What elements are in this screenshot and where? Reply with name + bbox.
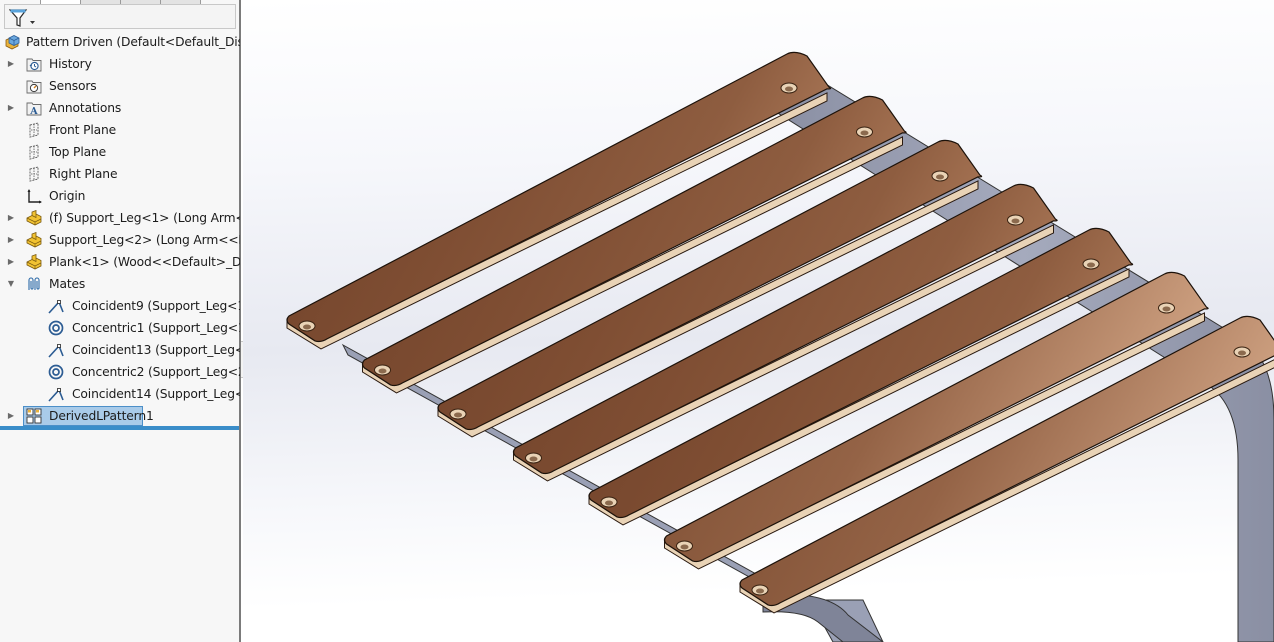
tree-item-sensors[interactable]: Sensors: [0, 75, 240, 97]
planks[interactable]: [286, 51, 1274, 614]
tree-item-history[interactable]: ▶ History: [0, 53, 240, 75]
tree-item-label: DerivedLPattern1: [49, 409, 154, 423]
tree-item-label: (f) Support_Leg<1> (Long Arm<<Lo: [49, 211, 240, 225]
expand-arrow-icon[interactable]: ▶: [6, 53, 16, 75]
tree-root-label: Pattern Driven (Default<Default_Display: [26, 35, 240, 49]
part-icon: [26, 210, 42, 226]
caret-down-icon: [30, 21, 35, 24]
tree-item-label: Coincident14 (Support_Leg<1>,: [72, 387, 240, 401]
tree-item-label: Coincident13 (Support_Leg<1>,: [72, 343, 240, 357]
tree-item-coincident9[interactable]: Coincident9 (Support_Leg<1>,S: [0, 295, 240, 317]
tree-item-derived-pattern[interactable]: ▶ DerivedLPattern1: [0, 405, 240, 427]
expand-arrow-icon[interactable]: ▶: [6, 251, 16, 273]
svg-text:A: A: [29, 106, 38, 116]
tree-item-label: Coincident9 (Support_Leg<1>,S: [72, 299, 240, 313]
plane-icon: [29, 166, 39, 182]
coincident-mate-icon: [48, 300, 64, 314]
tree-item-concentric1[interactable]: Concentric1 (Support_Leg<1>,P: [0, 317, 240, 339]
tree-item-label: Concentric1 (Support_Leg<1>,P: [72, 321, 240, 335]
tree-item-coincident14[interactable]: Coincident14 (Support_Leg<1>,: [0, 383, 240, 405]
tree-item-label: Origin: [49, 189, 86, 203]
origin-icon: [27, 189, 42, 204]
part-icon: [26, 232, 42, 248]
expand-arrow-icon[interactable]: ▶: [6, 405, 16, 427]
mates-icon: [28, 277, 40, 290]
tree-item-label: Annotations: [49, 101, 122, 115]
bench-model[interactable]: [243, 0, 1274, 642]
annotations-folder-icon: A: [26, 102, 42, 116]
tree-item-mates[interactable]: ▼ Mates: [0, 273, 240, 295]
tree-item-top-plane[interactable]: Top Plane: [0, 141, 240, 163]
filter-icon: [9, 9, 35, 27]
assembly-icon: [5, 35, 20, 50]
concentric-mate-icon: [48, 364, 64, 380]
tree-item-annotations[interactable]: ▶ A Annotations: [0, 97, 240, 119]
rollback-bar[interactable]: [0, 426, 239, 430]
tree-root[interactable]: Pattern Driven (Default<Default_Display: [0, 31, 240, 53]
tree-item-label: History: [49, 57, 92, 71]
feature-manager-panel: Pattern Driven (Default<Default_Display …: [0, 0, 241, 642]
tree-item-support-leg-2[interactable]: ▶ Support_Leg<2> (Long Arm<<Long: [0, 229, 240, 251]
concentric-mate-icon: [48, 320, 64, 336]
tree-item-origin[interactable]: Origin: [0, 185, 240, 207]
tree-item-label: Sensors: [49, 79, 97, 93]
expand-arrow-icon[interactable]: ▶: [6, 229, 16, 251]
expand-arrow-icon[interactable]: ▶: [6, 207, 16, 229]
tree-item-concentric2[interactable]: Concentric2 (Support_Leg<2>,P: [0, 361, 240, 383]
graphics-viewport[interactable]: [243, 0, 1274, 642]
tree-item-label: Concentric2 (Support_Leg<2>,P: [72, 365, 240, 379]
filter-button[interactable]: [7, 7, 37, 27]
tree-item-label: Top Plane: [49, 145, 107, 159]
part-icon: [26, 254, 42, 270]
tree-item-label: Support_Leg<2> (Long Arm<<Long: [49, 233, 240, 247]
history-folder-icon: [26, 58, 42, 72]
sensors-folder-icon: [26, 80, 42, 94]
tree-item-label: Plank<1> (Wood<<Default>_Display: [49, 255, 240, 269]
tree-item-label: Mates: [49, 277, 86, 291]
filter-bar: [4, 4, 236, 29]
expand-arrow-icon[interactable]: ▶: [6, 97, 16, 119]
derived-pattern-icon: [26, 408, 42, 424]
tree-item-support-leg-1[interactable]: ▶ (f) Support_Leg<1> (Long Arm<<Lo: [0, 207, 240, 229]
collapse-arrow-icon[interactable]: ▼: [6, 273, 16, 295]
tree-item-label: Right Plane: [49, 167, 118, 181]
plane-icon: [29, 144, 39, 160]
tree-item-label: Front Plane: [49, 123, 117, 137]
tree-item-front-plane[interactable]: Front Plane: [0, 119, 240, 141]
coincident-mate-icon: [48, 388, 64, 402]
tree-item-right-plane[interactable]: Right Plane: [0, 163, 240, 185]
tree-item-plank-1[interactable]: ▶ Plank<1> (Wood<<Default>_Display: [0, 251, 240, 273]
tree-item-coincident13[interactable]: Coincident13 (Support_Leg<1>,: [0, 339, 240, 361]
coincident-mate-icon: [48, 344, 64, 358]
plane-icon: [29, 122, 39, 138]
